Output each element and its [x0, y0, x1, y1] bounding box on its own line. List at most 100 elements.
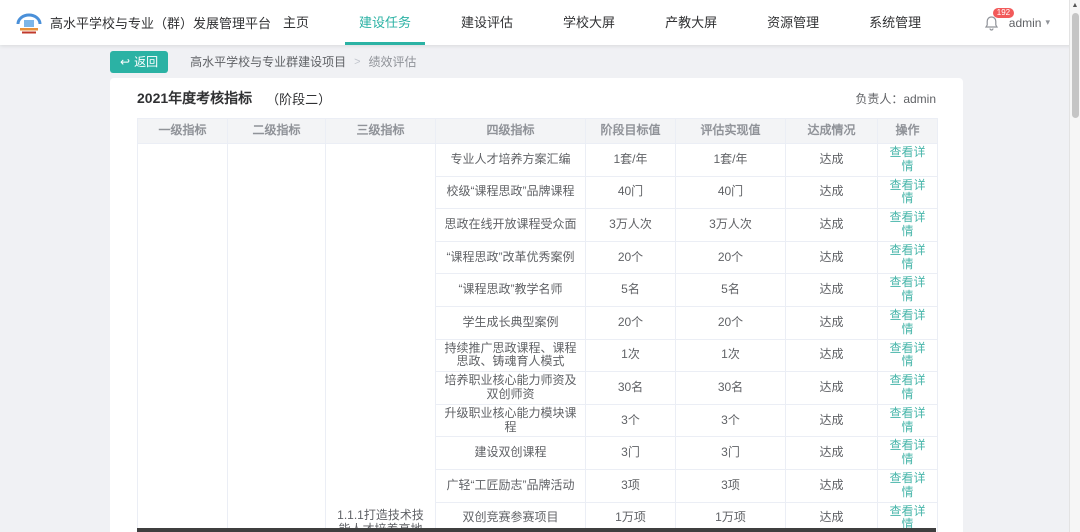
col-header-level3: 三级指标	[325, 118, 436, 144]
status-cell: 达成	[785, 371, 878, 405]
indicator-level4-cell: 校级“课程思政”品牌课程	[435, 175, 586, 210]
view-details-link[interactable]: 查看详情	[889, 178, 925, 206]
status-cell: 达成	[785, 143, 878, 177]
target-value-cell: 1次	[585, 338, 676, 373]
nav-item-6[interactable]: 系统管理	[855, 0, 935, 45]
view-details-link[interactable]: 查看详情	[889, 373, 925, 401]
actual-value-cell: 1次	[675, 338, 786, 373]
indicator-level4-cell: 建设双创课程	[435, 436, 586, 470]
actions-cell: 查看详情	[877, 208, 938, 242]
actions-cell: 查看详情	[877, 305, 938, 340]
col-header-status: 达成情况	[785, 118, 878, 144]
indicator-table-wrap: 一级指标 二级指标 三级指标 四级指标 阶段目标值 评估实现值 达成情况 操作 …	[137, 118, 938, 532]
view-details-link[interactable]: 查看详情	[889, 406, 925, 434]
breadcrumb-separator: >	[354, 55, 361, 68]
view-details-link[interactable]: 查看详情	[889, 275, 925, 303]
table-header-row: 一级指标 二级指标 三级指标 四级指标 阶段目标值 评估实现值 达成情况 操作	[137, 118, 938, 144]
actual-value-cell: 3万人次	[675, 208, 786, 242]
bottom-cutoff-bar	[137, 528, 936, 532]
back-button-label: 返回	[134, 55, 159, 69]
chevron-down-icon: ▾	[1045, 17, 1050, 27]
breadcrumb-item-current: 绩效评估	[368, 55, 417, 69]
table-row: 1.1.1打造技术技能人才培养高地专业人才培养方案汇编 1套/年 1套/年 达成…	[137, 143, 938, 532]
user-menu[interactable]: admin	[1009, 16, 1042, 30]
actual-value-cell: 3项	[675, 468, 786, 503]
view-details-link[interactable]: 查看详情	[889, 341, 925, 369]
status-cell: 达成	[785, 338, 878, 373]
notification-bell[interactable]: 192	[984, 7, 1015, 31]
actions-cell: 查看详情	[877, 338, 938, 373]
target-value-cell: 30名	[585, 371, 676, 405]
view-details-link[interactable]: 查看详情	[889, 210, 925, 238]
notification-badge: 192	[992, 7, 1015, 18]
actions-cell: 查看详情	[877, 175, 938, 210]
indicator-level4-cell: 持续推广思政课程、课程思政、铸魂育人模式	[435, 338, 586, 373]
nav-item-4[interactable]: 产教大屏	[651, 0, 731, 45]
view-details-link[interactable]: 查看详情	[889, 471, 925, 499]
indicator-level1-cell	[137, 143, 228, 532]
col-header-actions: 操作	[877, 118, 938, 144]
main-nav: 主页 建设任务 建设评估 学校大屏 产教大屏 资源管理 系统管理	[258, 0, 946, 45]
target-value-cell: 1套/年	[585, 143, 676, 177]
breadcrumb-item-project[interactable]: 高水平学校与专业群建设项目	[190, 53, 346, 70]
status-cell: 达成	[785, 403, 878, 438]
breadcrumb: 高水平学校与专业群建设项目 > 绩效评估	[190, 53, 416, 70]
status-cell: 达成	[785, 305, 878, 340]
view-details-link[interactable]: 查看详情	[889, 438, 925, 466]
actual-value-cell: 20个	[675, 305, 786, 340]
actual-value-cell: 3门	[675, 436, 786, 470]
nav-item-2[interactable]: 建设评估	[447, 0, 527, 45]
page-title-stage: （阶段二）	[266, 91, 332, 107]
nav-item-1[interactable]: 建设任务	[345, 0, 426, 45]
card-header: 2021年度考核指标 （阶段二） 负责人：admin	[110, 78, 963, 118]
view-details-link[interactable]: 查看详情	[889, 308, 925, 336]
brand: 高水平学校与专业（群）发展管理平台	[16, 11, 271, 35]
nav-item-0[interactable]: 主页	[269, 0, 323, 45]
col-header-level1: 一级指标	[137, 118, 228, 144]
col-header-level2: 二级指标	[227, 118, 326, 144]
target-value-cell: 20个	[585, 240, 676, 275]
scrollbar-up-arrow-icon[interactable]: ▲	[1070, 0, 1080, 12]
actions-cell: 查看详情	[877, 468, 938, 503]
indicator-table: 一级指标 二级指标 三级指标 四级指标 阶段目标值 评估实现值 达成情况 操作 …	[137, 118, 938, 532]
actual-value-cell: 30名	[675, 371, 786, 405]
col-header-actual: 评估实现值	[675, 118, 786, 144]
nav-item-5[interactable]: 资源管理	[753, 0, 833, 45]
indicator-level4-cell: 培养职业核心能力师资及双创师资	[435, 371, 586, 405]
owner-label: 负责人：admin	[855, 91, 936, 106]
indicator-level4-cell: 专业人才培养方案汇编	[435, 143, 586, 177]
target-value-cell: 3个	[585, 403, 676, 438]
actual-value-cell: 1套/年	[675, 143, 786, 177]
indicator-level4-cell: 学生成长典型案例	[435, 305, 586, 340]
actions-cell: 查看详情	[877, 143, 938, 177]
platform-logo-icon	[16, 13, 42, 33]
actual-value-cell: 5名	[675, 273, 786, 307]
view-details-link[interactable]: 查看详情	[889, 145, 925, 173]
top-navbar: 高水平学校与专业（群）发展管理平台 主页 建设任务 建设评估 学校大屏 产教大屏 资源管理…	[0, 0, 1080, 45]
indicator-level4-cell: 升级职业核心能力模块课程	[435, 403, 586, 438]
actions-cell: 查看详情	[877, 240, 938, 275]
back-arrow-icon: ↩	[120, 54, 131, 69]
indicator-level4-cell: 广轻“工匠励志”品牌活动	[435, 468, 586, 503]
nav-item-3[interactable]: 学校大屏	[549, 0, 629, 45]
view-details-link[interactable]: 查看详情	[889, 243, 925, 271]
col-header-level4: 四级指标	[435, 118, 586, 144]
actual-value-cell: 40门	[675, 175, 786, 210]
navbar-right: 192 admin ▾	[984, 7, 1050, 31]
actions-cell: 查看详情	[877, 436, 938, 470]
col-header-target: 阶段目标值	[585, 118, 676, 144]
status-cell: 达成	[785, 240, 878, 275]
page-title: 2021年度考核指标	[137, 90, 253, 106]
page-scrollbar[interactable]: ▲	[1069, 0, 1080, 532]
scrollbar-thumb[interactable]	[1072, 13, 1079, 118]
actual-value-cell: 3个	[675, 403, 786, 438]
actual-value-cell: 20个	[675, 240, 786, 275]
target-value-cell: 5名	[585, 273, 676, 307]
indicator-level2-cell	[227, 143, 326, 532]
content-card: 2021年度考核指标 （阶段二） 负责人：admin 一级指标 二级指标 三级指…	[110, 78, 963, 532]
back-button[interactable]: ↩ 返回	[110, 50, 169, 73]
target-value-cell: 3项	[585, 468, 676, 503]
actions-cell: 查看详情	[877, 273, 938, 307]
target-value-cell: 20个	[585, 305, 676, 340]
status-cell: 达成	[785, 436, 878, 470]
